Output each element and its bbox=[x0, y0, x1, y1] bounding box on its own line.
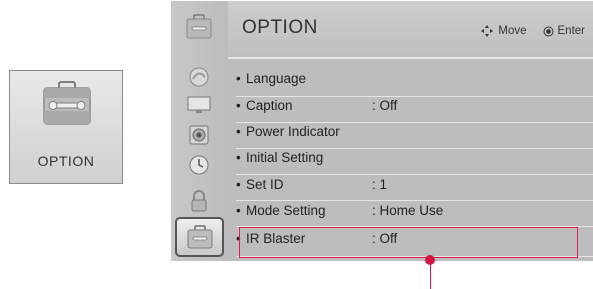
option-tile[interactable]: OPTION bbox=[9, 70, 123, 184]
option-icon bbox=[187, 225, 213, 249]
network-icon[interactable] bbox=[184, 259, 214, 261]
menu-item-set-id[interactable]: • Set ID : 1 bbox=[236, 177, 387, 199]
menu-header: OPTION Move Enter bbox=[228, 1, 593, 59]
menu-item-power-indicator[interactable]: • Power Indicator bbox=[236, 124, 340, 146]
option-header-icon bbox=[184, 14, 214, 39]
ir-blaster-highlight-box bbox=[239, 227, 578, 258]
time-icon[interactable] bbox=[184, 153, 214, 177]
lock-icon[interactable] bbox=[184, 189, 214, 213]
menu-item-label: Set ID bbox=[246, 177, 284, 192]
page-title: OPTION bbox=[242, 17, 318, 38]
option-menu-panel: OPTION Move Enter • Language • Caption : O… bbox=[171, 1, 593, 261]
menu-item-caption[interactable]: • Caption : Off bbox=[236, 98, 397, 120]
sidebar bbox=[171, 1, 228, 261]
menu-item-label: Mode Setting bbox=[246, 203, 326, 218]
divider bbox=[236, 148, 593, 149]
menu-item-mode-setting[interactable]: • Mode Setting : Home Use bbox=[236, 203, 443, 225]
navigation-hints: Move Enter bbox=[480, 24, 585, 38]
callout-line bbox=[429, 262, 431, 289]
enter-button-icon bbox=[543, 26, 553, 36]
dpad-arrows-icon bbox=[481, 25, 494, 37]
menu-item-language[interactable]: • Language bbox=[236, 71, 306, 93]
menu-item-initial-setting[interactable]: • Initial Setting bbox=[236, 150, 323, 172]
menu-item-value: : Home Use bbox=[372, 203, 444, 218]
tile-label: OPTION bbox=[37, 153, 95, 169]
picture-icon[interactable] bbox=[184, 65, 214, 89]
menu-item-label: Language bbox=[246, 71, 307, 86]
divider bbox=[236, 122, 593, 123]
sidebar-item-option-selected[interactable] bbox=[175, 217, 224, 257]
divider bbox=[236, 96, 593, 97]
menu-item-label: Initial Setting bbox=[246, 150, 324, 165]
menu-item-label: Caption bbox=[246, 98, 293, 113]
divider bbox=[236, 174, 593, 175]
move-hint-label: Move bbox=[498, 25, 527, 37]
menu-item-value: : 1 bbox=[372, 177, 388, 192]
toolbox-icon bbox=[43, 81, 91, 125]
divider bbox=[236, 200, 593, 201]
menu-item-value: : Off bbox=[372, 98, 398, 113]
audio-icon[interactable] bbox=[184, 123, 214, 147]
screen-icon[interactable] bbox=[184, 93, 214, 117]
enter-hint-label: Enter bbox=[557, 25, 586, 37]
menu-item-label: Power Indicator bbox=[246, 124, 340, 139]
